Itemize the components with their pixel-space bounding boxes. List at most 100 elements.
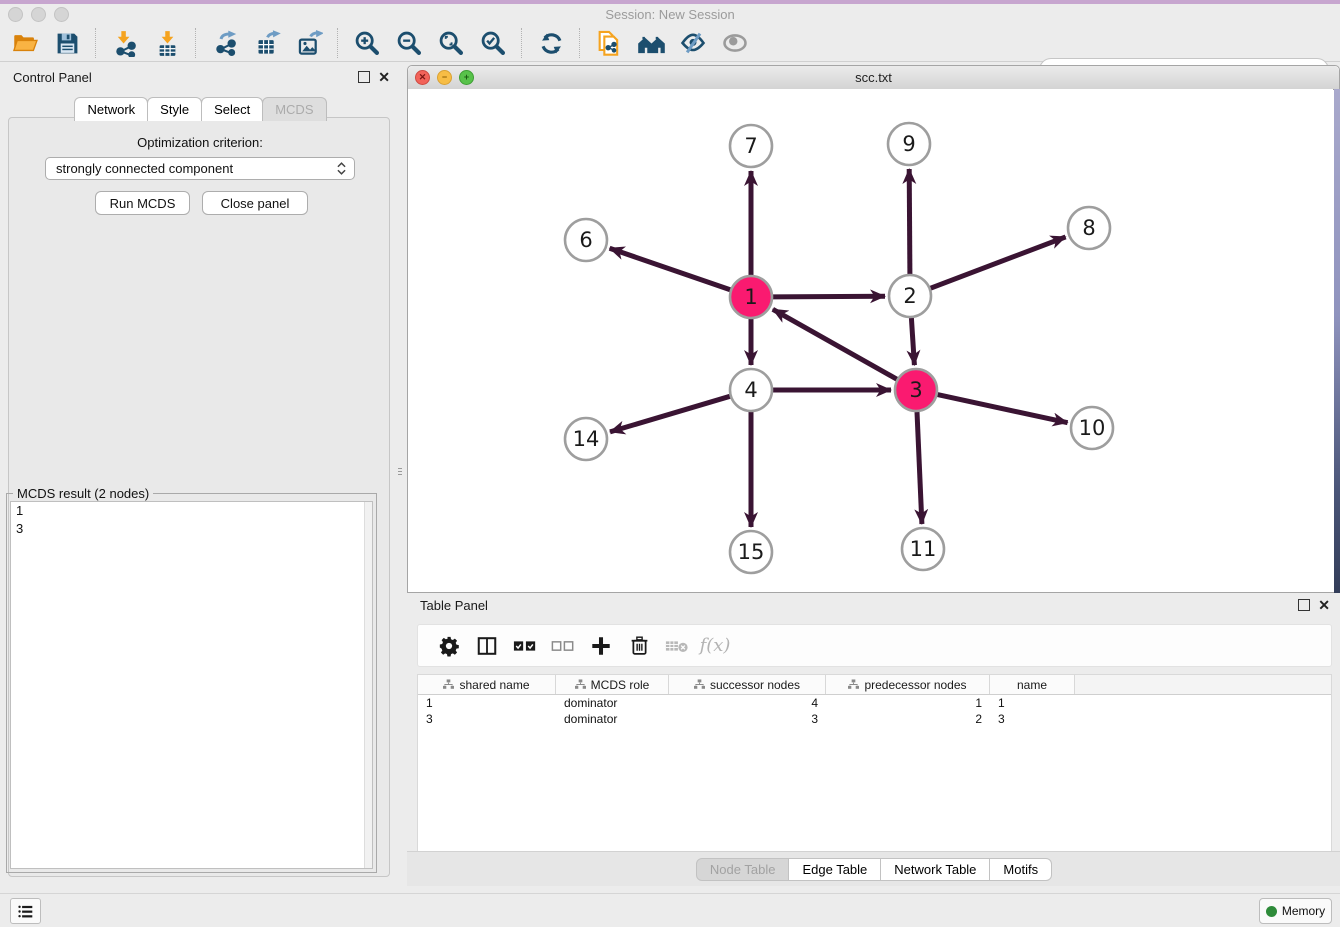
delete-column-icon[interactable] xyxy=(620,631,658,661)
table-cell[interactable]: 1 xyxy=(826,696,990,710)
close-panel-button[interactable]: Close panel xyxy=(202,191,308,215)
node-table-body: 1dominator4113dominator323 xyxy=(418,695,1331,727)
svg-text:3: 3 xyxy=(909,378,922,402)
column-header-predecessor-nodes[interactable]: predecessor nodes xyxy=(826,675,990,694)
show-all-icon[interactable] xyxy=(714,27,756,59)
first-neighbors-icon[interactable] xyxy=(630,27,672,59)
scrollbar-track[interactable] xyxy=(364,502,372,868)
toolbar-separator xyxy=(521,28,523,58)
delete-table-icon xyxy=(658,631,696,661)
graph-node-2[interactable]: 2 xyxy=(889,275,931,317)
tab-network-table[interactable]: Network Table xyxy=(880,858,990,881)
column-header-MCDS-role[interactable]: MCDS role xyxy=(556,675,669,694)
zoom-in-icon[interactable] xyxy=(346,27,388,59)
criterion-dropdown-value: strongly connected component xyxy=(56,161,337,176)
tab-node-table[interactable]: Node Table xyxy=(696,858,790,881)
graph-node-9[interactable]: 9 xyxy=(888,123,930,165)
tab-edge-table[interactable]: Edge Table xyxy=(788,858,881,881)
select-all-columns-icon[interactable] xyxy=(506,631,544,661)
tab-network[interactable]: Network xyxy=(74,97,148,121)
table-toolbar: f(x) xyxy=(417,624,1332,667)
tab-motifs[interactable]: Motifs xyxy=(989,858,1052,881)
new-network-from-selection-icon[interactable] xyxy=(588,27,630,59)
import-network-icon[interactable] xyxy=(104,27,146,59)
table-cell[interactable]: 3 xyxy=(990,712,1075,726)
table-cell[interactable]: dominator xyxy=(556,712,669,726)
close-panel-icon[interactable]: ✕ xyxy=(1318,600,1330,610)
graph-node-3[interactable]: 3 xyxy=(895,369,937,411)
svg-text:15: 15 xyxy=(738,540,765,564)
mcds-result-item[interactable]: 3 xyxy=(11,520,372,538)
table-cell[interactable]: 1 xyxy=(990,696,1075,710)
graph-node-6[interactable]: 6 xyxy=(565,219,607,261)
dropdown-stepper-icon xyxy=(337,162,346,175)
table-row[interactable]: 1dominator411 xyxy=(418,695,1331,711)
panel-splitter-handle[interactable] xyxy=(397,468,402,484)
column-layout-icon[interactable] xyxy=(468,631,506,661)
float-panel-icon[interactable] xyxy=(1298,599,1310,611)
graph-node-15[interactable]: 15 xyxy=(730,531,772,573)
open-session-icon[interactable] xyxy=(4,27,46,59)
unselect-all-columns-icon[interactable] xyxy=(544,631,582,661)
column-header-successor-nodes[interactable]: successor nodes xyxy=(669,675,826,694)
graph-node-14[interactable]: 14 xyxy=(565,418,607,460)
task-history-button[interactable] xyxy=(10,898,41,924)
table-cell[interactable]: 2 xyxy=(826,712,990,726)
graph-edge-1-2[interactable] xyxy=(773,296,885,297)
tab-select[interactable]: Select xyxy=(201,97,263,121)
zoom-out-icon[interactable] xyxy=(388,27,430,59)
network-title: scc.txt xyxy=(408,70,1339,85)
export-table-icon[interactable] xyxy=(246,27,288,59)
status-bar: Memory xyxy=(0,893,1340,927)
tab-mcds[interactable]: MCDS xyxy=(262,97,326,121)
list-icon xyxy=(17,903,34,920)
graph-node-10[interactable]: 10 xyxy=(1071,407,1113,449)
graph-node-8[interactable]: 8 xyxy=(1068,207,1110,249)
criterion-dropdown[interactable]: strongly connected component xyxy=(45,157,355,180)
mcds-result-list[interactable]: 13 xyxy=(10,501,373,869)
table-cell[interactable]: dominator xyxy=(556,696,669,710)
float-panel-icon[interactable] xyxy=(358,71,370,83)
close-panel-icon[interactable]: ✕ xyxy=(378,72,390,82)
control-panel-title: Control Panel xyxy=(13,70,92,85)
graph-edge-2-3[interactable] xyxy=(911,318,914,365)
add-column-icon[interactable] xyxy=(582,631,620,661)
graph-node-7[interactable]: 7 xyxy=(730,125,772,167)
graph-node-11[interactable]: 11 xyxy=(902,528,944,570)
import-table-icon[interactable] xyxy=(146,27,188,59)
refresh-layout-icon[interactable] xyxy=(530,27,572,59)
table-cell[interactable]: 3 xyxy=(418,712,556,726)
tab-style[interactable]: Style xyxy=(147,97,202,121)
graph-edge-2-8[interactable] xyxy=(931,237,1066,288)
export-image-icon[interactable] xyxy=(288,27,330,59)
mcds-result-item[interactable]: 1 xyxy=(11,502,372,520)
network-canvas[interactable]: 7 9 6 8 1 2 4 3 14 10 15 11 xyxy=(408,89,1333,592)
save-session-icon[interactable] xyxy=(46,27,88,59)
graph-node-1[interactable]: 1 xyxy=(730,276,772,318)
network-window-titlebar[interactable]: ✕ − + scc.txt xyxy=(408,66,1339,90)
zoom-selected-icon[interactable] xyxy=(472,27,514,59)
zoom-fit-icon[interactable] xyxy=(430,27,472,59)
graph-edge-4-14[interactable] xyxy=(610,396,730,432)
hide-selected-icon[interactable] xyxy=(672,27,714,59)
table-row[interactable]: 3dominator323 xyxy=(418,711,1331,727)
graph-edge-2-9[interactable] xyxy=(909,169,910,274)
graph-edge-1-6[interactable] xyxy=(610,248,731,290)
memory-label: Memory xyxy=(1282,904,1325,918)
column-header-name[interactable]: name xyxy=(990,675,1075,694)
graph-node-4[interactable]: 4 xyxy=(730,369,772,411)
table-cell[interactable]: 3 xyxy=(669,712,826,726)
run-mcds-button[interactable]: Run MCDS xyxy=(95,191,190,215)
table-cell[interactable]: 4 xyxy=(669,696,826,710)
graph-edge-3-1[interactable] xyxy=(773,309,897,379)
graph-edge-3-10[interactable] xyxy=(938,395,1068,423)
svg-text:11: 11 xyxy=(910,537,937,561)
export-network-icon[interactable] xyxy=(204,27,246,59)
column-header-shared-name[interactable]: shared name xyxy=(418,675,556,694)
table-cell[interactable]: 1 xyxy=(418,696,556,710)
session-title: Session: New Session xyxy=(0,7,1340,22)
graph-edge-3-11[interactable] xyxy=(917,412,922,524)
optimization-criterion-label: Optimization criterion: xyxy=(0,135,400,150)
memory-button[interactable]: Memory xyxy=(1259,898,1332,924)
table-settings-icon[interactable] xyxy=(430,631,468,661)
